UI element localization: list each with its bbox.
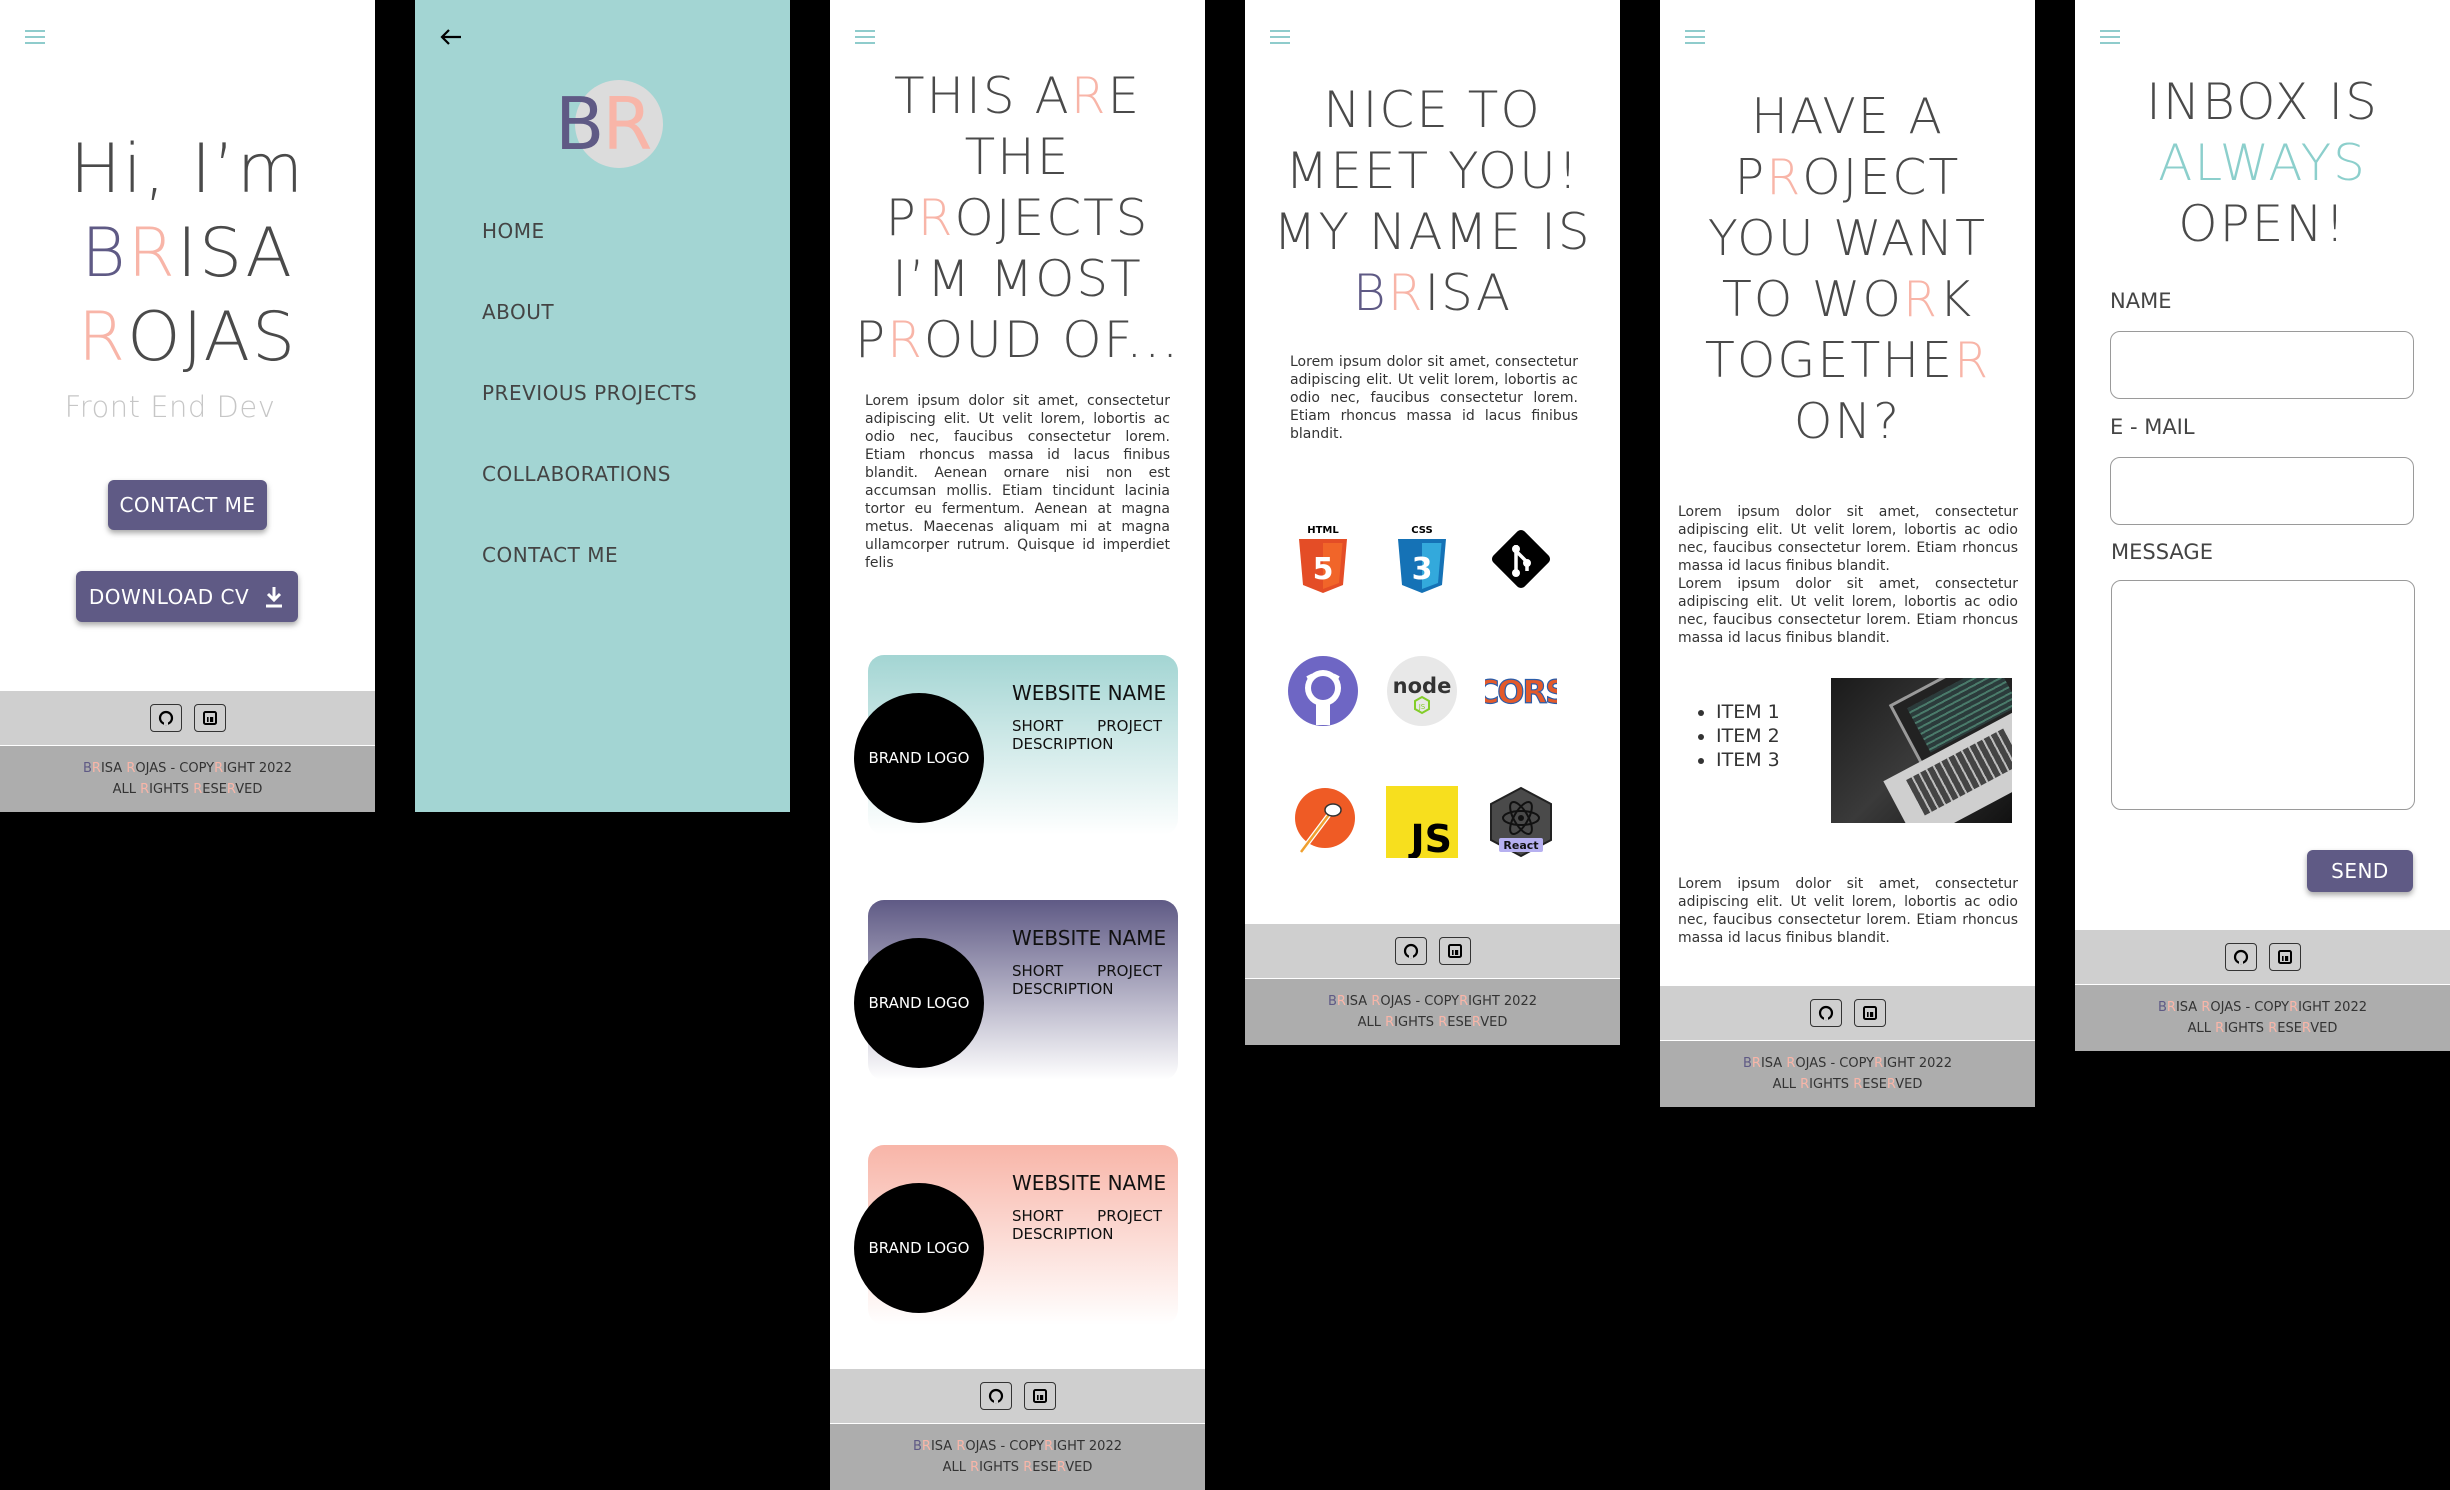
hero-greeting: Hi, I’m — [69, 130, 306, 209]
hamburger-menu-icon[interactable] — [2100, 30, 2120, 44]
svg-text:3: 3 — [1412, 552, 1433, 587]
github-icon — [1287, 655, 1359, 727]
social-links — [830, 1369, 1205, 1423]
brand-logo-circle: BRAND LOGO — [854, 1183, 984, 1313]
list-item: ITEM 1 — [1716, 700, 1780, 724]
svg-text:HTML: HTML — [1307, 525, 1339, 536]
project-description: SHORT PROJECT DESCRIPTION — [1012, 717, 1162, 753]
github-icon[interactable] — [149, 704, 182, 732]
git-icon — [1485, 523, 1557, 595]
collab-item-list: ITEM 1 ITEM 2 ITEM 3 — [1678, 700, 1780, 772]
nav-contact-me[interactable]: CONTACT ME — [482, 543, 618, 567]
copyright: BRISA ROJAS - COPYRIGHT 2022 ALL RIGHTS … — [1245, 979, 1620, 1045]
brand-logo-circle: BRAND LOGO — [854, 938, 984, 1068]
copyright: BRISA ROJAS - COPYRIGHT 2022 ALL RIGHTS … — [2075, 985, 2450, 1051]
list-item: ITEM 2 — [1716, 724, 1780, 748]
hero-title: Hi, I’m BRISA ROJAS — [0, 128, 375, 380]
collaborations-screen: HAVE A PROJECT YOU WANT TO WORK TOGETHER… — [1660, 0, 2035, 1107]
nav-collaborations[interactable]: COLLABORATIONS — [482, 462, 671, 486]
cors-icon: CORS — [1485, 655, 1557, 727]
list-item: ITEM 3 — [1716, 748, 1780, 772]
copyright: BRISA ROJAS - COPYRIGHT 2022 ALL RIGHTS … — [830, 1424, 1205, 1490]
hamburger-menu-icon[interactable] — [855, 30, 875, 44]
github-icon[interactable] — [1394, 937, 1427, 965]
back-arrow-icon[interactable] — [439, 27, 463, 47]
hero-role: Front End Dev — [64, 390, 276, 424]
laptop-photo — [1831, 678, 2012, 823]
svg-text:JS: JS — [1407, 817, 1452, 858]
projects-title: THIS ARE THE PROJECTS I’M MOST PROUD OF.… — [854, 67, 1181, 369]
postman-icon — [1287, 786, 1359, 858]
javascript-icon: JS — [1386, 786, 1458, 858]
nav-about[interactable]: ABOUT — [482, 300, 554, 324]
project-description: SHORT PROJECT DESCRIPTION — [1012, 962, 1162, 998]
hamburger-menu-icon[interactable] — [1685, 30, 1705, 44]
website-name: WEBSITE NAME — [1012, 1171, 1167, 1195]
github-icon[interactable] — [1809, 999, 1842, 1027]
brand-logo-circle: BRAND LOGO — [854, 693, 984, 823]
contact-screen: INBOX IS ALWAYS OPEN! NAME E - MAIL MESS… — [2075, 0, 2450, 1051]
linkedin-icon[interactable] — [1438, 937, 1471, 965]
svg-text:node: node — [1393, 674, 1452, 698]
contact-title: INBOX IS ALWAYS OPEN! — [2146, 73, 2379, 253]
nav-home[interactable]: HOME — [482, 219, 545, 243]
menu-screen: BR HOME ABOUT PREVIOUS PROJECTS COLLABOR… — [415, 0, 790, 812]
projects-description: Lorem ipsum dolor sit amet, consectetur … — [865, 393, 1170, 571]
nodejs-icon: node JS — [1386, 655, 1458, 727]
react-icon: React — [1485, 786, 1557, 858]
svg-text:CORS: CORS — [1485, 673, 1557, 711]
download-cv-button[interactable]: DOWNLOAD CV — [76, 571, 298, 622]
name-field[interactable] — [2110, 331, 2414, 399]
collab-footer-description: Lorem ipsum dolor sit amet, consectetur … — [1678, 876, 2018, 946]
css3-icon: CSS 3 — [1386, 523, 1458, 595]
website-name: WEBSITE NAME — [1012, 681, 1167, 705]
project-card[interactable]: BRAND LOGO WEBSITE NAME SHORT PROJECT DE… — [854, 655, 1178, 835]
send-button[interactable]: SEND — [2307, 850, 2413, 892]
name-label: NAME — [2110, 289, 2172, 313]
about-screen: NICE TO MEET YOU! MY NAME IS BRISA Lorem… — [1245, 0, 1620, 1045]
project-card[interactable]: BRAND LOGO WEBSITE NAME SHORT PROJECT DE… — [854, 1145, 1178, 1325]
logo-letters: BR — [555, 82, 652, 166]
copyright: BRISA ROJAS - COPYRIGHT 2022 ALL RIGHTS … — [1660, 1041, 2035, 1107]
hamburger-menu-icon[interactable] — [25, 30, 45, 44]
social-links — [0, 691, 375, 745]
message-textarea[interactable] — [2111, 580, 2415, 810]
html5-icon: HTML 5 — [1287, 523, 1359, 595]
contact-me-button[interactable]: CONTACT ME — [108, 480, 267, 530]
github-icon[interactable] — [2224, 943, 2257, 971]
github-icon[interactable] — [979, 1382, 1012, 1410]
collab-title: HAVE A PROJECT YOU WANT TO WORK TOGETHER… — [1704, 88, 1991, 450]
hero-last-name: ROJAS — [77, 298, 298, 377]
social-links — [2075, 930, 2450, 984]
linkedin-icon[interactable] — [2268, 943, 2301, 971]
download-icon — [266, 586, 283, 607]
svg-text:CSS: CSS — [1411, 525, 1432, 536]
project-description: SHORT PROJECT DESCRIPTION — [1012, 1207, 1162, 1243]
message-label: MESSAGE — [2111, 540, 2213, 564]
email-field[interactable] — [2110, 457, 2414, 525]
projects-screen: THIS ARE THE PROJECTS I’M MOST PROUD OF.… — [830, 0, 1205, 1490]
home-screen: Hi, I’m BRISA ROJAS Front End Dev CONTAC… — [0, 0, 375, 812]
copyright: BRISA ROJAS - COPYRIGHT 2022 ALL RIGHTS … — [0, 746, 375, 812]
project-card[interactable]: BRAND LOGO WEBSITE NAME SHORT PROJECT DE… — [854, 900, 1178, 1080]
social-links — [1660, 986, 2035, 1040]
brand-logo[interactable]: BR — [555, 78, 663, 174]
svg-text:5: 5 — [1313, 552, 1334, 587]
email-label: E - MAIL — [2110, 415, 2195, 439]
hamburger-menu-icon[interactable] — [1270, 30, 1290, 44]
about-title: NICE TO MEET YOU! MY NAME IS BRISA — [1273, 81, 1592, 322]
linkedin-icon[interactable] — [1023, 1382, 1056, 1410]
svg-text:React: React — [1503, 839, 1538, 852]
linkedin-icon[interactable] — [193, 704, 226, 732]
svg-text:JS: JS — [1418, 703, 1426, 711]
about-description: Lorem ipsum dolor sit amet, consectetur … — [1290, 354, 1578, 442]
collab-description: Lorem ipsum dolor sit amet, consectetur … — [1678, 504, 2018, 646]
nav-previous-projects[interactable]: PREVIOUS PROJECTS — [482, 381, 697, 405]
social-links — [1245, 924, 1620, 978]
hero-first-name: BRISA — [81, 214, 294, 293]
linkedin-icon[interactable] — [1853, 999, 1886, 1027]
website-name: WEBSITE NAME — [1012, 926, 1167, 950]
